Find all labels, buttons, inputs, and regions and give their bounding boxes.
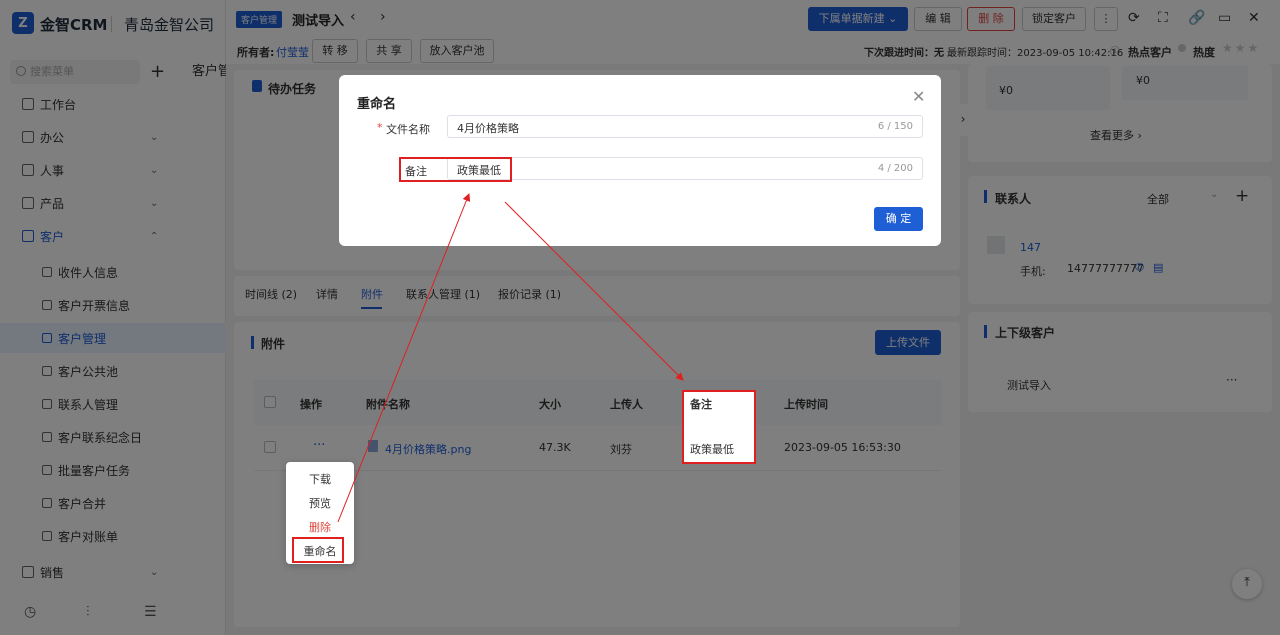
annotation-arrows: [337, 193, 684, 523]
arrow-note-to-column: [504, 201, 684, 381]
arrow-rename-to-note: [337, 193, 471, 523]
